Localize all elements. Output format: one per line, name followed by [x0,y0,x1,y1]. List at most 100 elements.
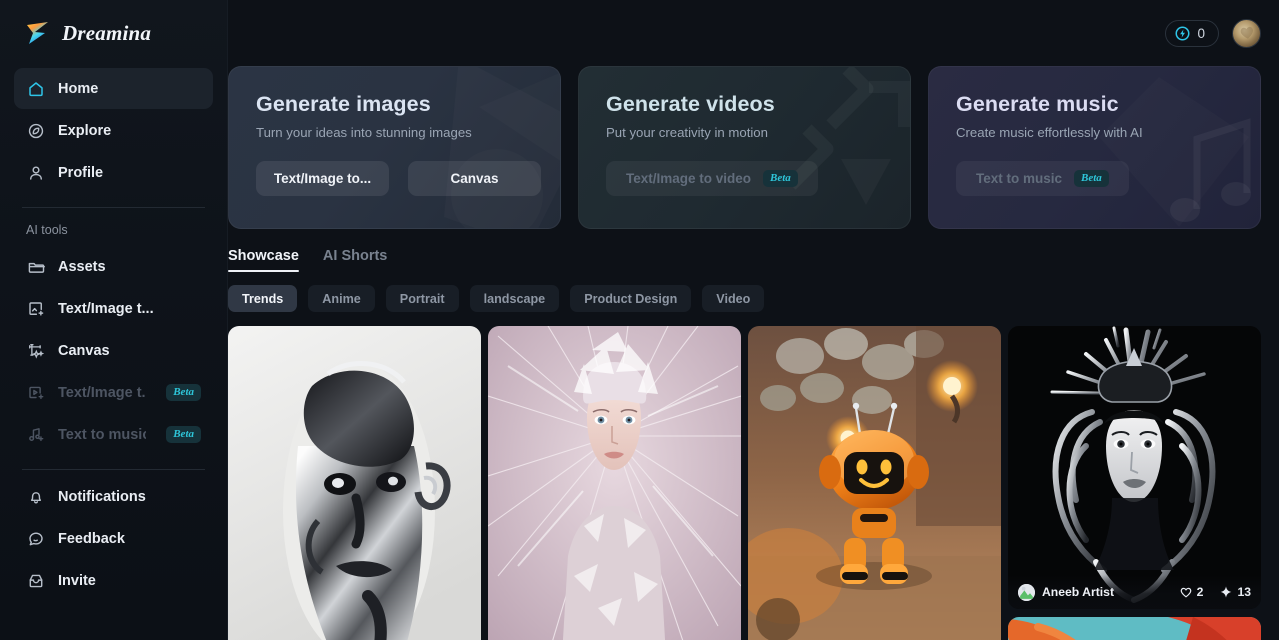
sidebar-item-label: Text/Image t... [58,300,154,317]
sidebar-item-invite[interactable]: Invite [14,560,213,601]
sidebar-tools-nav: Assets Text/Image t... Canvas Text/Image… [0,244,227,456]
music-generate-icon [26,425,45,444]
sidebar-item-label: Text to music [58,426,147,443]
chip-anime[interactable]: Anime [308,285,375,312]
sidebar-item-canvas[interactable]: Canvas [14,330,213,371]
beta-badge: Beta [166,384,201,401]
sidebar-item-feedback[interactable]: Feedback [14,518,213,559]
button-label: Text to music [976,171,1063,186]
sidebar-item-notifications[interactable]: Notifications [14,476,213,517]
chip-portrait[interactable]: Portrait [385,285,459,312]
brand-name: Dreamina [62,20,152,45]
avatar[interactable] [1232,18,1261,48]
chat-bubble-icon [26,529,45,548]
sidebar-item-label: Canvas [58,342,110,359]
home-icon [26,79,45,98]
hero-card-generate-music: Generate music Create music effortlessly… [928,66,1261,229]
sidebar-item-label: Feedback [58,530,125,547]
chip-product-design[interactable]: Product Design [570,285,692,312]
inbox-icon [26,571,45,590]
text-image-to-image-button[interactable]: Text/Image to... [256,161,389,196]
orange-star-teal-sky-art [1008,617,1261,640]
hero-card-generate-images: Generate images Turn your ideas into stu… [228,66,561,229]
dreamina-arrow-logo-icon [24,20,54,46]
gallery-column [228,326,481,640]
text-image-to-video-button[interactable]: Text/Image to video Beta [606,161,818,196]
orange-robot-street-art [748,326,1001,640]
dark-metal-medusa-art [1008,326,1261,609]
sidebar-item-label: Assets [58,258,106,275]
hero-buttons: Text/Image to... Canvas [256,161,560,196]
credits-pill[interactable]: 0 [1165,19,1219,47]
avatar-heart-icon [1237,24,1256,41]
sidebar-item-home[interactable]: Home [14,68,213,109]
button-label: Text/Image to video [626,171,752,186]
hero-subtitle: Put your creativity in motion [606,125,768,140]
gallery-column: Aneeb Artist 2 13 [1008,326,1261,640]
showcase-gallery: Aneeb Artist 2 13 [228,312,1279,640]
sidebar-item-profile[interactable]: Profile [14,152,213,193]
sidebar-section-title: AI tools [26,223,68,237]
hero-title: Generate images [256,92,431,116]
sidebar-item-label: Invite [58,572,96,589]
gallery-card-meta: Aneeb Artist 2 13 [1008,575,1261,609]
sidebar-item-label: Notifications [58,488,146,505]
tab-ai-shorts[interactable]: AI Shorts [323,248,387,272]
filter-chips: Trends Anime Portrait landscape Product … [228,272,1279,312]
credit-coin-icon [1175,26,1190,41]
hero-title: Generate music [956,92,1119,116]
hero-buttons: Text to music Beta [956,161,1260,196]
gallery-card[interactable] [488,326,741,640]
hero-subtitle: Turn your ideas into stunning images [256,125,472,140]
brand[interactable]: Dreamina [0,0,227,66]
sidebar-item-text-image-to-video[interactable]: Text/Image t... Beta [14,372,213,413]
canvas-icon [26,341,45,360]
tab-showcase[interactable]: Showcase [228,248,299,272]
beta-badge: Beta [166,426,201,443]
gallery-column [488,326,741,640]
person-icon [26,163,45,182]
sidebar-item-assets[interactable]: Assets [14,246,213,287]
sidebar-item-label: Explore [58,122,112,139]
hero-subtitle: Create music effortlessly with AI [956,125,1143,140]
heart-icon [1180,587,1192,598]
sidebar-item-text-image-to-image[interactable]: Text/Image t... [14,288,213,329]
sidebar-primary-nav: Home Explore Profile [0,66,227,194]
sidebar-item-label: Home [58,80,99,97]
hero-cards-row: Generate images Turn your ideas into stu… [228,66,1279,229]
like-count: 2 [1196,585,1204,599]
sidebar-item-label: Profile [58,164,104,181]
gallery-card[interactable]: Aneeb Artist 2 13 [1008,326,1261,609]
text-to-music-button[interactable]: Text to music Beta [956,161,1129,196]
gallery-card[interactable] [228,326,481,640]
sparkle-icon [1221,586,1232,598]
hero-card-generate-videos: Generate videos Put your creativity in m… [578,66,911,229]
chip-video[interactable]: Video [702,285,765,312]
credits-value: 0 [1197,25,1205,41]
sidebar-item-explore[interactable]: Explore [14,110,213,151]
like-stat[interactable]: 2 [1179,585,1204,599]
canvas-button[interactable]: Canvas [408,161,541,196]
star-count: 13 [1237,585,1251,599]
star-stat[interactable]: 13 [1219,585,1251,599]
gallery-column [748,326,1001,640]
video-generate-icon [26,383,45,402]
bell-icon [26,487,45,506]
gallery-card[interactable] [1008,617,1261,640]
chrome-head-sculpture-art [228,326,481,640]
gallery-card[interactable] [748,326,1001,640]
author-name: Aneeb Artist [1042,585,1115,599]
sidebar-divider-bottom [22,469,205,470]
beta-badge: Beta [763,170,798,187]
folder-icon [26,257,45,276]
chip-landscape[interactable]: landscape [469,285,560,312]
hero-title: Generate videos [606,92,775,116]
sidebar-item-label: Text/Image t... [58,384,147,401]
chip-trends[interactable]: Trends [228,285,298,312]
compass-icon [26,121,45,140]
sidebar-bottom-nav: Notifications Feedback Invite [0,474,227,602]
hero-buttons: Text/Image to video Beta [606,161,910,196]
beta-badge: Beta [1074,170,1109,187]
sidebar-item-text-to-music[interactable]: Text to music Beta [14,414,213,455]
sidebar: Dreamina Home Explore Profile AI tools A… [0,0,228,640]
